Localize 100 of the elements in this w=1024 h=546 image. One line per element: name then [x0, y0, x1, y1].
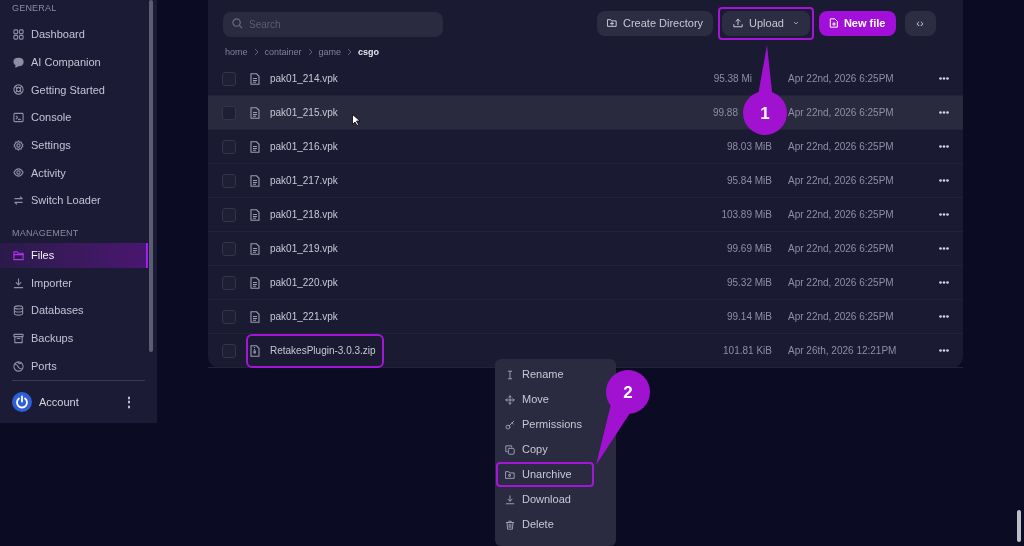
- modified-date: Apr 22nd, 2026 6:25PM: [788, 174, 895, 188]
- folder-icon: [13, 249, 24, 261]
- download-icon: [505, 494, 515, 505]
- database-icon: [13, 305, 24, 317]
- new-file-button[interactable]: New file: [818, 10, 896, 36]
- section-heading: MANAGEMENT: [12, 226, 80, 240]
- menu-item[interactable]: Permissions: [498, 414, 595, 435]
- scrollbar: [1017, 510, 1021, 542]
- create-directory-button[interactable]: Create Directory: [597, 10, 714, 36]
- code-view-button[interactable]: ‹›: [904, 10, 936, 36]
- file-row[interactable]: pak01_217.vpk 95.84 MiB Apr 22nd, 2026 6:25PM: [208, 164, 963, 198]
- file-icon: [250, 208, 260, 221]
- sidebar-item[interactable]: Settings: [0, 132, 148, 158]
- modified-date: Apr 22nd, 2026 6:25PM: [788, 310, 895, 324]
- more-options-button[interactable]: ⋮: [123, 393, 135, 411]
- menu-item[interactable]: Download: [498, 489, 595, 510]
- upload-button[interactable]: Upload: [722, 10, 810, 36]
- more-options-icon[interactable]: [939, 349, 949, 352]
- chevron-right-icon: [307, 48, 313, 57]
- gear-icon: [13, 139, 24, 151]
- chat-bubble-icon: [13, 56, 24, 68]
- sidebar-item[interactable]: Activity: [0, 160, 148, 186]
- checkbox[interactable]: [222, 207, 236, 222]
- menu-item[interactable]: Delete: [498, 514, 595, 535]
- sidebar-item[interactable]: Dashboard: [0, 22, 148, 47]
- checkbox[interactable]: [222, 173, 236, 188]
- account-label[interactable]: Account: [39, 393, 79, 411]
- menu-item[interactable]: Copy: [498, 439, 595, 460]
- checkbox[interactable]: [222, 309, 236, 324]
- file-size: 99.14 MiB: [726, 310, 772, 324]
- breadcrumb-link[interactable]: game: [318, 45, 342, 59]
- file-size: 99.88: [712, 106, 738, 120]
- file-size: 103.89 MiB: [721, 208, 772, 222]
- menu-item[interactable]: Move: [498, 389, 595, 410]
- lifebuoy-icon: [13, 84, 24, 96]
- more-options-icon[interactable]: [939, 247, 949, 250]
- eye-icon: [13, 167, 24, 179]
- file-name[interactable]: RetakesPlugin-3.0.3.zip: [270, 343, 376, 358]
- more-options-icon[interactable]: [939, 315, 949, 318]
- file-row[interactable]: pak01_218.vpk 103.89 MiB Apr 22nd, 2026 6:25PM: [208, 198, 963, 232]
- text-cursor-icon: [505, 369, 515, 380]
- sidebar-item[interactable]: Importer: [0, 270, 148, 296]
- breadcrumb-link[interactable]: home: [225, 45, 248, 59]
- file-name[interactable]: pak01_220.vpk: [270, 275, 338, 290]
- upload-icon: [733, 18, 744, 29]
- copy-icon: [505, 444, 515, 455]
- power-avatar-icon: [12, 392, 32, 412]
- menu-item[interactable]: Unarchive: [498, 464, 592, 485]
- caret-icon: [792, 21, 799, 26]
- modified-date: Apr 26th, 2026 12:21PM: [788, 344, 898, 358]
- folder-zip-icon: [505, 469, 515, 480]
- checkbox[interactable]: [222, 343, 236, 358]
- file-icon: [250, 310, 260, 323]
- search-icon: [232, 17, 243, 29]
- more-options-icon[interactable]: [939, 281, 949, 284]
- file-name[interactable]: pak01_216.vpk: [270, 139, 338, 154]
- file-icon: [250, 72, 260, 85]
- more-options-icon[interactable]: [939, 179, 949, 182]
- chevron-right-icon: [347, 48, 353, 57]
- sidebar-item[interactable]: AI Companion: [0, 49, 148, 75]
- file-name[interactable]: pak01_221.vpk: [270, 309, 338, 324]
- sidebar-item[interactable]: Files: [0, 242, 148, 268]
- breadcrumb-link[interactable]: csgo: [358, 45, 380, 59]
- swap-arrows-icon: [13, 195, 24, 207]
- sidebar-item[interactable]: Databases: [0, 298, 148, 324]
- sidebar-item[interactable]: Console: [0, 105, 148, 131]
- more-options-icon[interactable]: [939, 111, 949, 114]
- file-icon: [250, 106, 260, 119]
- file-row[interactable]: pak01_219.vpk 99.69 MiB Apr 22nd, 2026 6:25PM: [208, 232, 963, 266]
- file-name[interactable]: pak01_217.vpk: [270, 173, 338, 188]
- sidebar-item[interactable]: Getting Started: [0, 77, 148, 103]
- modified-date: Apr 22nd, 2026 6:25PM: [788, 242, 895, 256]
- sidebar-item[interactable]: Switch Loader: [0, 188, 148, 214]
- breadcrumb-link[interactable]: container: [264, 45, 302, 59]
- file-row[interactable]: pak01_221.vpk 99.14 MiB Apr 22nd, 2026 6:25PM: [208, 300, 963, 334]
- file-name[interactable]: pak01_219.vpk: [270, 241, 338, 256]
- download-icon: [13, 277, 24, 289]
- section-heading: GENERAL: [12, 2, 58, 15]
- sidebar-item[interactable]: Backups: [0, 325, 148, 351]
- file-size: 98.03 MiB: [726, 140, 772, 154]
- file-name[interactable]: pak01_218.vpk: [270, 207, 338, 222]
- checkbox[interactable]: [222, 71, 236, 86]
- more-options-icon[interactable]: [939, 145, 949, 148]
- sidebar-item[interactable]: Ports: [0, 353, 148, 379]
- checkbox[interactable]: [222, 241, 236, 256]
- numbered-callout: 2: [596, 370, 650, 466]
- globe-icon: [13, 360, 24, 372]
- more-options-icon[interactable]: [939, 213, 949, 216]
- file-icon: [250, 242, 260, 255]
- more-options-icon[interactable]: [939, 77, 949, 80]
- modified-date: Apr 22nd, 2026 6:25PM: [788, 72, 895, 86]
- file-row[interactable]: pak01_220.vpk 95.32 MiB Apr 22nd, 2026 6:25PM: [208, 266, 963, 300]
- grid-icon: [13, 29, 24, 40]
- file-name[interactable]: pak01_215.vpk: [270, 105, 338, 120]
- modified-date: Apr 22nd, 2026 6:25PM: [788, 106, 895, 120]
- file-name[interactable]: pak01_214.vpk: [270, 71, 338, 86]
- checkbox[interactable]: [222, 275, 236, 290]
- checkbox[interactable]: [222, 139, 236, 154]
- modified-date: Apr 22nd, 2026 6:25PM: [788, 276, 895, 290]
- file-plus-icon: [828, 18, 839, 29]
